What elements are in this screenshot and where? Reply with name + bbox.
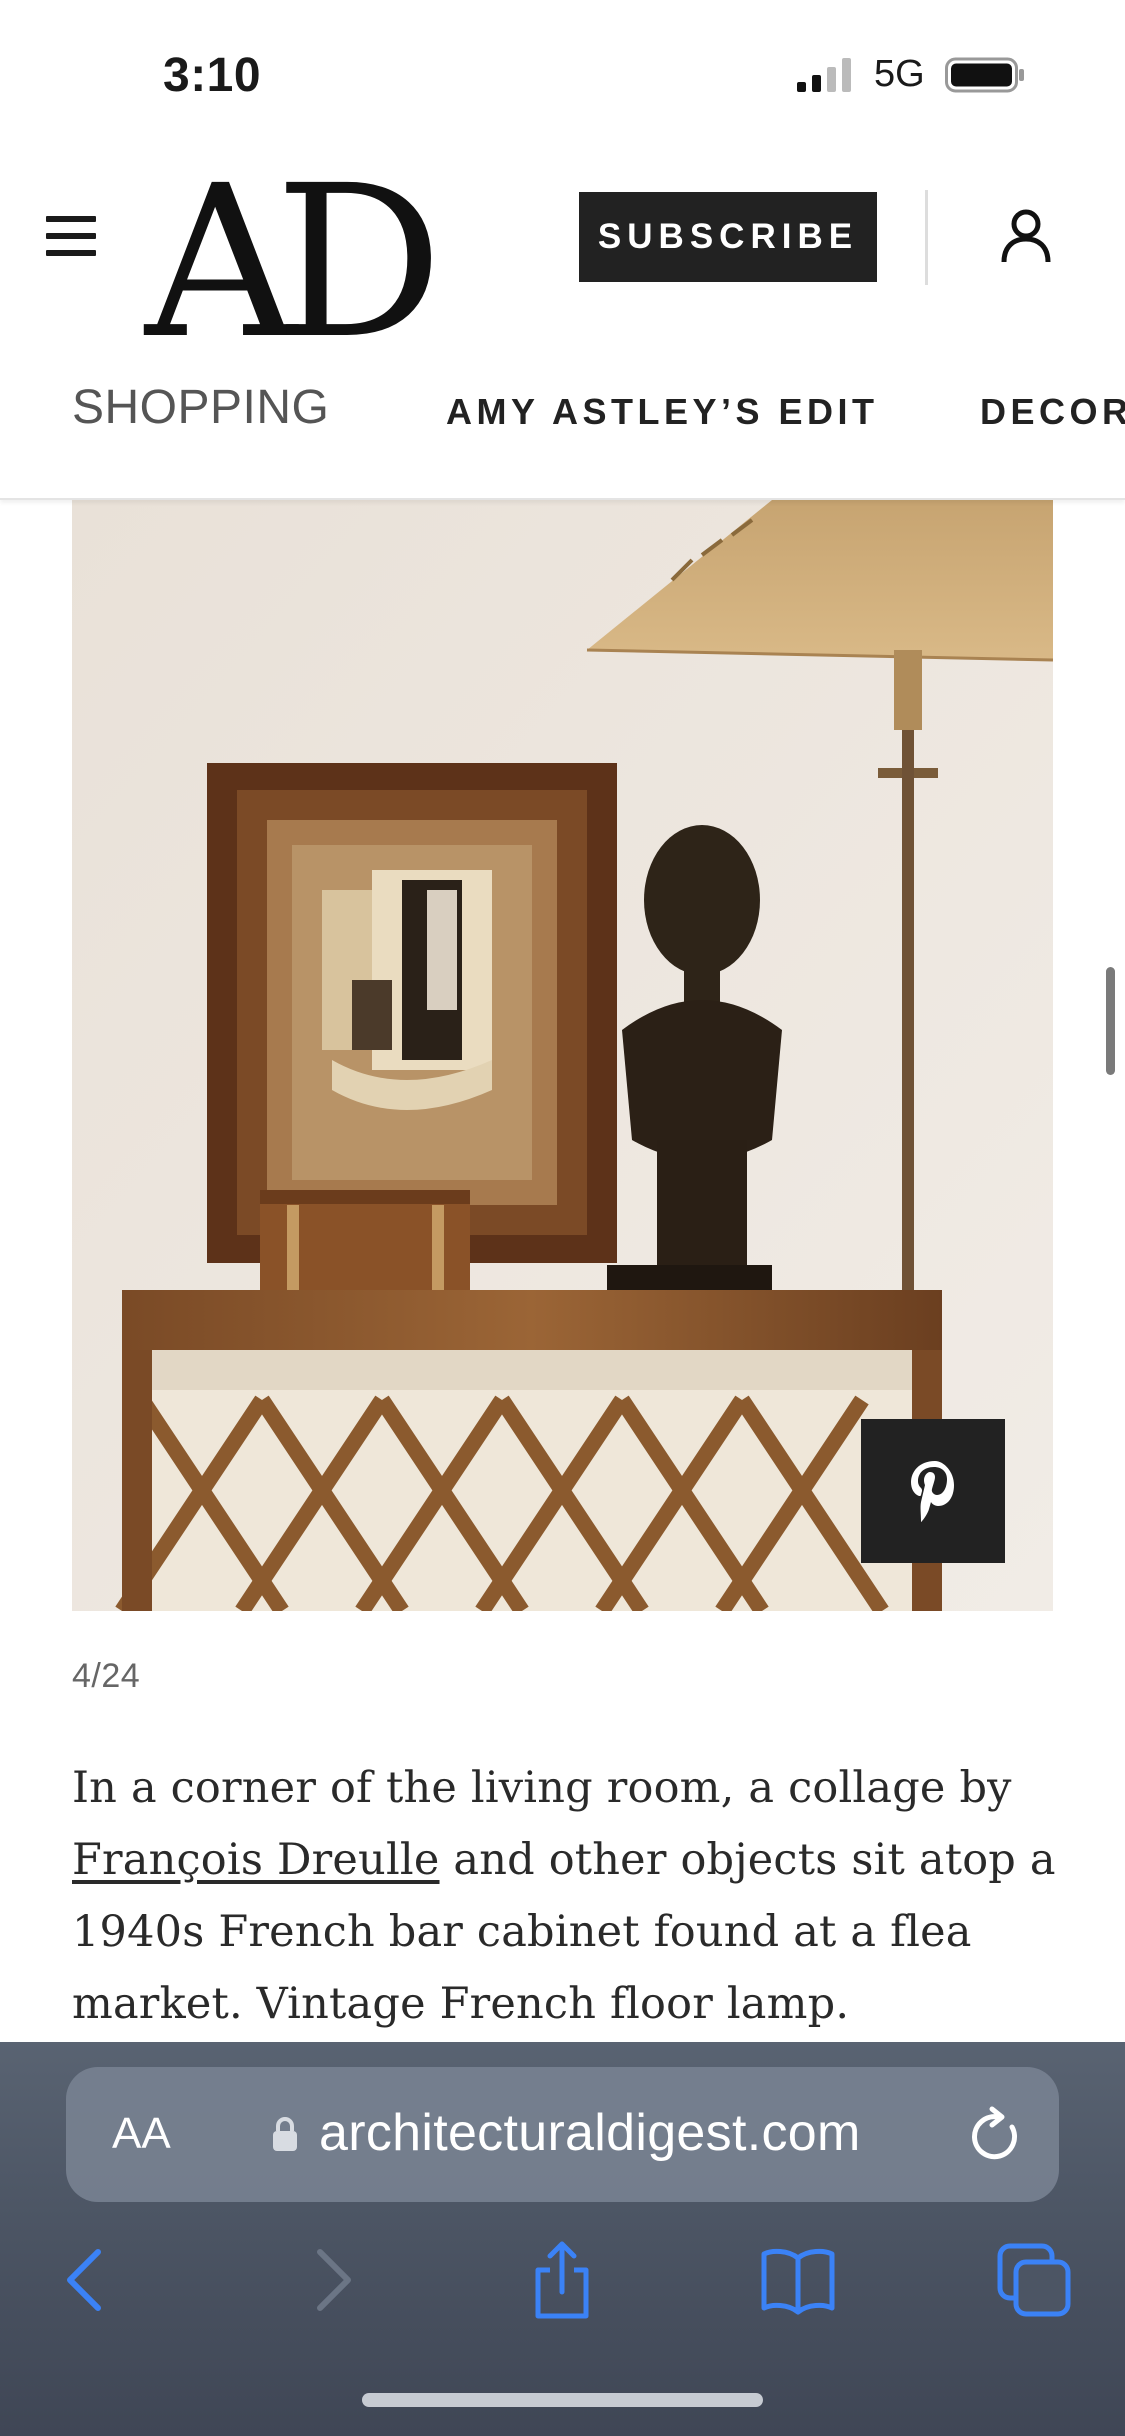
battery-icon <box>945 57 1024 93</box>
caption-text-before: In a corner of the living room, a collag… <box>72 1763 1012 1813</box>
browser-toolbar: AA architecturaldigest.com <box>0 2042 1125 2436</box>
back-icon[interactable] <box>48 2240 128 2320</box>
menu-icon[interactable] <box>46 216 98 256</box>
scroll-indicator[interactable] <box>1106 967 1115 1075</box>
home-indicator <box>362 2393 763 2407</box>
nav-item-decor[interactable]: DECOR <box>980 391 1125 433</box>
bookmarks-icon[interactable] <box>758 2240 838 2320</box>
header-divider <box>925 190 928 285</box>
tabs-icon[interactable] <box>994 2240 1074 2320</box>
pinterest-button[interactable] <box>861 1419 1005 1563</box>
ad-logo[interactable]: AD <box>145 158 443 368</box>
reload-icon[interactable] <box>968 2105 1024 2165</box>
network-type: 5G <box>874 53 925 95</box>
pinterest-icon <box>911 1461 954 1522</box>
forward-icon[interactable] <box>290 2240 370 2320</box>
cellular-signal-icon <box>797 58 851 92</box>
lock-icon <box>273 2117 297 2151</box>
nav-item-shopping[interactable]: SHOPPING <box>72 380 329 435</box>
nav-item-amy-astleys-edit[interactable]: AMY ASTLEY’S EDIT <box>446 391 879 433</box>
share-icon[interactable] <box>522 2240 602 2320</box>
address-bar[interactable]: AA architecturaldigest.com <box>66 2067 1059 2202</box>
subscribe-button[interactable]: SUBSCRIBE <box>579 192 877 282</box>
url-text[interactable]: architecturaldigest.com <box>319 2103 861 2163</box>
artist-link[interactable]: François Dreulle <box>72 1835 440 1885</box>
category-nav: SHOPPING AMY ASTLEY’S EDIT DECOR <box>0 350 1125 500</box>
text-size-button[interactable]: AA <box>112 2109 171 2159</box>
site-header: AD SUBSCRIBE <box>0 150 1125 368</box>
status-bar: 3:10 5G <box>0 0 1125 150</box>
account-icon[interactable] <box>1000 208 1052 264</box>
status-time: 3:10 <box>163 49 262 102</box>
photo-caption: In a corner of the living room, a collag… <box>72 1752 1072 2040</box>
slide-counter: 4/24 <box>72 1657 141 1695</box>
